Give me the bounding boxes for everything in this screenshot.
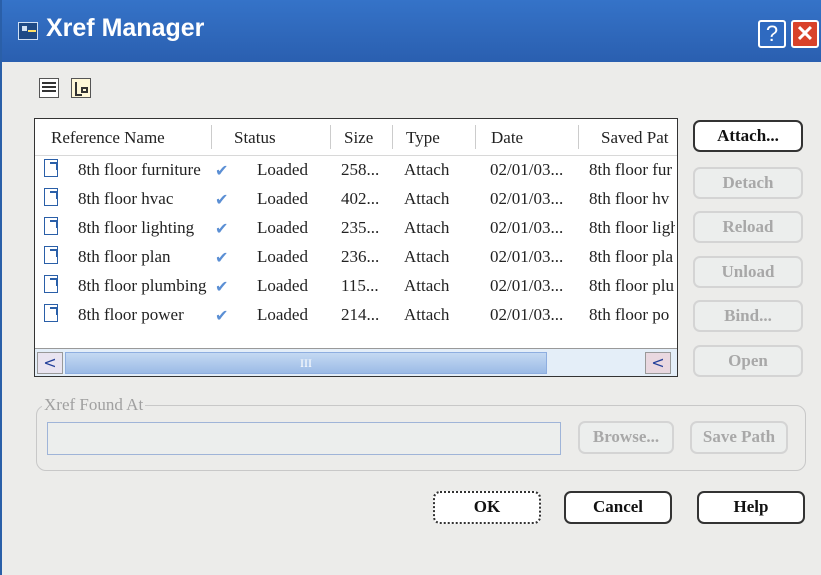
- date: 02/01/03...: [490, 189, 564, 208]
- table-row[interactable]: 8th floor plumbing ✔ Loaded 115... Attac…: [35, 272, 677, 301]
- date: 02/01/03...: [490, 218, 564, 237]
- ok-button[interactable]: OK: [433, 491, 541, 524]
- xref-manager-dialog: Xref Manager ? ✕ Reference Name Status S…: [0, 0, 821, 575]
- xref-file-icon: [44, 246, 58, 264]
- status: Loaded: [257, 247, 308, 266]
- xref-file-icon: [44, 159, 58, 177]
- column-header-reference-name[interactable]: Reference Name: [51, 128, 165, 148]
- scroll-thumb[interactable]: III: [65, 352, 547, 374]
- xref-file-icon: [44, 304, 58, 322]
- bind-button[interactable]: Bind...: [693, 300, 803, 332]
- tree-view-icon[interactable]: [71, 78, 91, 98]
- xref-list[interactable]: Reference Name Status Size Type Date Sav…: [34, 118, 678, 377]
- size: 235...: [341, 218, 380, 237]
- list-view-icon[interactable]: [39, 78, 59, 98]
- xref-file-icon: [44, 217, 58, 235]
- saved-path: 8th floor fur: [589, 160, 673, 179]
- reload-button[interactable]: Reload: [693, 211, 803, 243]
- cancel-button[interactable]: Cancel: [564, 491, 672, 524]
- reference-name: 8th floor plumbing: [78, 276, 207, 295]
- save-path-button[interactable]: Save Path: [690, 421, 788, 454]
- saved-path: 8th floor ligh: [589, 218, 675, 237]
- checkmark-icon: ✔: [215, 277, 229, 296]
- column-divider: [330, 125, 331, 149]
- xref-file-icon: [44, 188, 58, 206]
- list-header: Reference Name Status Size Type Date Sav…: [35, 119, 677, 156]
- column-divider: [578, 125, 579, 149]
- title-bar: Xref Manager ? ✕: [2, 0, 821, 62]
- table-row[interactable]: 8th floor hvac ✔ Loaded 402... Attach 02…: [35, 185, 677, 214]
- column-header-saved-path[interactable]: Saved Pat: [601, 128, 669, 148]
- date: 02/01/03...: [490, 247, 564, 266]
- size: 115...: [341, 276, 379, 295]
- size: 236...: [341, 247, 380, 266]
- scroll-right-button[interactable]: <: [645, 352, 671, 374]
- type: Attach: [404, 218, 450, 237]
- date: 02/01/03...: [490, 160, 564, 179]
- checkmark-icon: ✔: [215, 248, 229, 267]
- help-title-button[interactable]: ?: [758, 20, 786, 48]
- table-row[interactable]: 8th floor lighting ✔ Loaded 235... Attac…: [35, 214, 677, 243]
- status: Loaded: [257, 189, 308, 208]
- date: 02/01/03...: [490, 305, 564, 324]
- reference-name: 8th floor lighting: [78, 218, 195, 237]
- type: Attach: [404, 305, 450, 324]
- scroll-left-button[interactable]: <: [37, 352, 63, 374]
- status: Loaded: [257, 276, 308, 295]
- reference-name: 8th floor furniture: [78, 160, 201, 179]
- status: Loaded: [257, 160, 308, 179]
- xref-app-icon: [18, 22, 38, 40]
- xref-file-icon: [44, 275, 58, 293]
- saved-path: 8th floor plu: [589, 276, 674, 295]
- reference-name: 8th floor plan: [78, 247, 171, 266]
- close-button[interactable]: ✕: [791, 20, 819, 48]
- found-at-path-field[interactable]: [47, 422, 561, 455]
- saved-path: 8th floor po: [589, 305, 670, 324]
- column-divider: [211, 125, 212, 149]
- table-row[interactable]: 8th floor plan ✔ Loaded 236... Attach 02…: [35, 243, 677, 272]
- reference-name: 8th floor hvac: [78, 189, 174, 208]
- type: Attach: [404, 189, 450, 208]
- browse-button[interactable]: Browse...: [578, 421, 674, 454]
- unload-button[interactable]: Unload: [693, 256, 803, 288]
- column-header-date[interactable]: Date: [491, 128, 523, 148]
- xref-found-at-label: Xref Found At: [42, 395, 146, 415]
- table-row[interactable]: 8th floor furniture ✔ Loaded 258... Atta…: [35, 156, 677, 185]
- help-button[interactable]: Help: [697, 491, 805, 524]
- column-header-size[interactable]: Size: [344, 128, 373, 148]
- column-divider: [475, 125, 476, 149]
- status: Loaded: [257, 218, 308, 237]
- saved-path: 8th floor hv: [589, 189, 670, 208]
- column-header-type[interactable]: Type: [406, 128, 440, 148]
- reference-name: 8th floor power: [78, 305, 184, 324]
- type: Attach: [404, 160, 450, 179]
- window-title: Xref Manager: [46, 14, 205, 42]
- status: Loaded: [257, 305, 308, 324]
- table-row[interactable]: 8th floor power ✔ Loaded 214... Attach 0…: [35, 301, 677, 330]
- checkmark-icon: ✔: [215, 161, 229, 180]
- detach-button[interactable]: Detach: [693, 167, 803, 199]
- date: 02/01/03...: [490, 276, 564, 295]
- type: Attach: [404, 247, 450, 266]
- attach-button[interactable]: Attach...: [693, 120, 803, 152]
- type: Attach: [404, 276, 450, 295]
- open-button[interactable]: Open: [693, 345, 803, 377]
- column-header-status[interactable]: Status: [234, 128, 276, 148]
- checkmark-icon: ✔: [215, 306, 229, 325]
- horizontal-scrollbar[interactable]: < III <: [35, 348, 677, 376]
- saved-path: 8th floor pla: [589, 247, 674, 266]
- size: 402...: [341, 189, 380, 208]
- checkmark-icon: ✔: [215, 190, 229, 209]
- size: 258...: [341, 160, 380, 179]
- size: 214...: [341, 305, 380, 324]
- checkmark-icon: ✔: [215, 219, 229, 238]
- column-divider: [392, 125, 393, 149]
